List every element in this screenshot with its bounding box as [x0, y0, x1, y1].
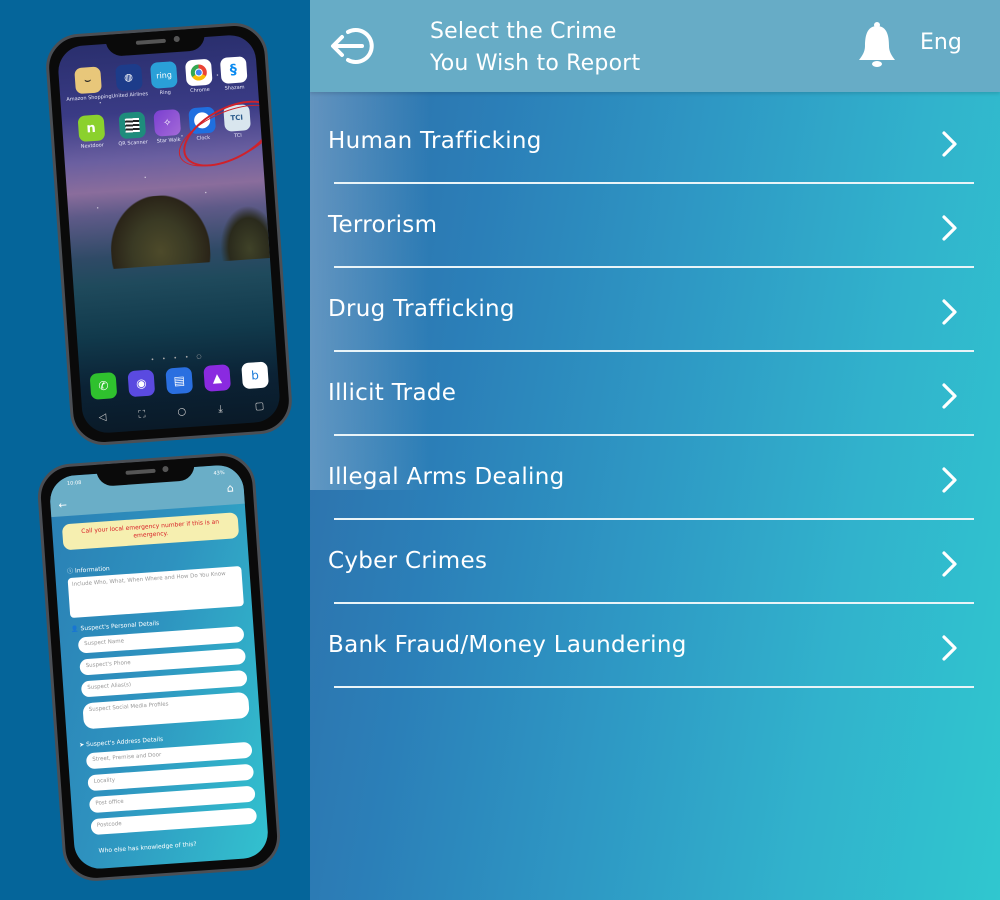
- crime-label: Cyber Crimes: [328, 548, 488, 574]
- divider: [334, 686, 974, 688]
- chevron-right-icon: [942, 131, 957, 157]
- app-ring[interactable]: ring Ring: [146, 61, 183, 97]
- app-header: Select the Crime You Wish to Report Eng: [310, 0, 1000, 92]
- chevron-right-icon: [942, 467, 957, 493]
- united-icon: ◍: [114, 63, 143, 92]
- crime-item-bank-fraud[interactable]: Bank Fraud/Money Laundering: [310, 604, 1000, 688]
- chevron-right-icon: [942, 635, 957, 661]
- personal-section-label: 👤 Suspect's Personal Details: [70, 619, 160, 634]
- messages-icon[interactable]: ▤: [165, 366, 194, 395]
- crime-label: Bank Fraud/Money Laundering: [328, 632, 687, 658]
- crime-item-cyber-crimes[interactable]: Cyber Crimes: [310, 520, 1000, 604]
- gallery-icon[interactable]: ▲: [203, 364, 232, 392]
- language-selector[interactable]: Eng: [920, 30, 962, 55]
- phone-report-form-mockup: 10:08 43% ⌂ ← Call your local emergency …: [35, 450, 283, 884]
- nav-notification-icon[interactable]: ⤓: [218, 404, 223, 415]
- crime-label: Human Trafficking: [328, 128, 542, 154]
- page-title: Select the Crime You Wish to Report: [430, 19, 641, 76]
- app-chrome[interactable]: Chrome: [180, 58, 217, 94]
- crime-label: Illicit Trade: [328, 380, 457, 406]
- report-form-screen: 10:08 43% ⌂ ← Call your local emergency …: [48, 463, 270, 871]
- left-panel: ⌣ Amazon Shopping ◍ United Airlines ring Ri…: [0, 0, 310, 900]
- crime-item-terrorism[interactable]: Terrorism: [310, 184, 1000, 268]
- crime-label: Terrorism: [328, 212, 438, 238]
- back-button[interactable]: [328, 22, 384, 70]
- app-united[interactable]: ◍ United Airlines: [109, 63, 148, 100]
- bing-icon[interactable]: b: [241, 361, 269, 390]
- home-icon[interactable]: ⌂: [226, 481, 234, 494]
- crime-item-illegal-arms-dealing[interactable]: Illegal Arms Dealing: [310, 436, 1000, 520]
- phone-home-screen-mockup: ⌣ Amazon Shopping ◍ United Airlines ring Ri…: [43, 20, 295, 448]
- app-nextdoor[interactable]: n Nextdoor: [68, 114, 116, 151]
- ring-icon: ring: [150, 61, 178, 89]
- nav-back-icon[interactable]: ◁: [98, 412, 106, 424]
- nav-recents-icon[interactable]: ▢: [254, 401, 264, 413]
- chevron-right-icon: [942, 215, 957, 241]
- chrome-icon: [184, 58, 213, 87]
- home-screen: ⌣ Amazon Shopping ◍ United Airlines ring Ri…: [56, 33, 282, 435]
- nav-home-icon[interactable]: ○: [177, 406, 186, 418]
- postcode-input[interactable]: Postcode: [90, 807, 258, 836]
- app-qr-scanner[interactable]: QR Scanner: [113, 111, 152, 147]
- knowledge-question: Who else has knowledge of this?: [98, 840, 197, 855]
- notifications-button[interactable]: [856, 20, 898, 70]
- wallpaper-island: [107, 192, 211, 270]
- shazam-icon: §: [219, 56, 248, 84]
- crime-item-drug-trafficking[interactable]: Drug Trafficking: [310, 268, 1000, 352]
- crime-list: Human Trafficking Terrorism Drug Traffic…: [310, 100, 1000, 688]
- starwalk-icon: ✧: [153, 108, 182, 137]
- nav-screenshot-icon[interactable]: ⛶: [138, 409, 146, 420]
- crime-item-human-trafficking[interactable]: Human Trafficking: [310, 100, 1000, 184]
- qr-icon: [117, 111, 146, 140]
- phone-icon[interactable]: ✆: [89, 372, 118, 400]
- suspect-social-input[interactable]: Suspect Social Media Profiles: [82, 691, 250, 730]
- app-shazam[interactable]: § Shazam: [215, 56, 252, 92]
- chevron-right-icon: [942, 551, 957, 577]
- status-time: 10:08: [66, 479, 82, 487]
- address-section-label: ➤ Suspect's Address Details: [79, 735, 164, 749]
- camera-icon[interactable]: ◉: [127, 369, 156, 398]
- logout-arrow-icon: [331, 28, 374, 64]
- bell-icon: [859, 22, 895, 67]
- back-arrow-icon[interactable]: ←: [58, 500, 67, 512]
- app-star-walk[interactable]: ✧ Star Walk: [149, 108, 186, 145]
- crime-selection-screen: Select the Crime You Wish to Report Eng …: [310, 0, 1000, 900]
- nextdoor-icon: n: [77, 114, 105, 143]
- amazon-icon: ⌣: [73, 66, 102, 95]
- crime-label: Illegal Arms Dealing: [328, 464, 565, 490]
- information-textarea[interactable]: Include Who, What, When Where and How Do…: [67, 566, 244, 619]
- info-section-label: ⓘ Information: [66, 565, 110, 576]
- app-amazon[interactable]: ⌣ Amazon Shopping: [64, 66, 112, 103]
- chevron-right-icon: [942, 299, 957, 325]
- status-battery: 43%: [213, 469, 225, 477]
- chevron-right-icon: [942, 383, 957, 409]
- crime-label: Drug Trafficking: [328, 296, 515, 322]
- crime-item-illicit-trade[interactable]: Illicit Trade: [310, 352, 1000, 436]
- emergency-alert: Call your local emergency number if this…: [61, 512, 240, 551]
